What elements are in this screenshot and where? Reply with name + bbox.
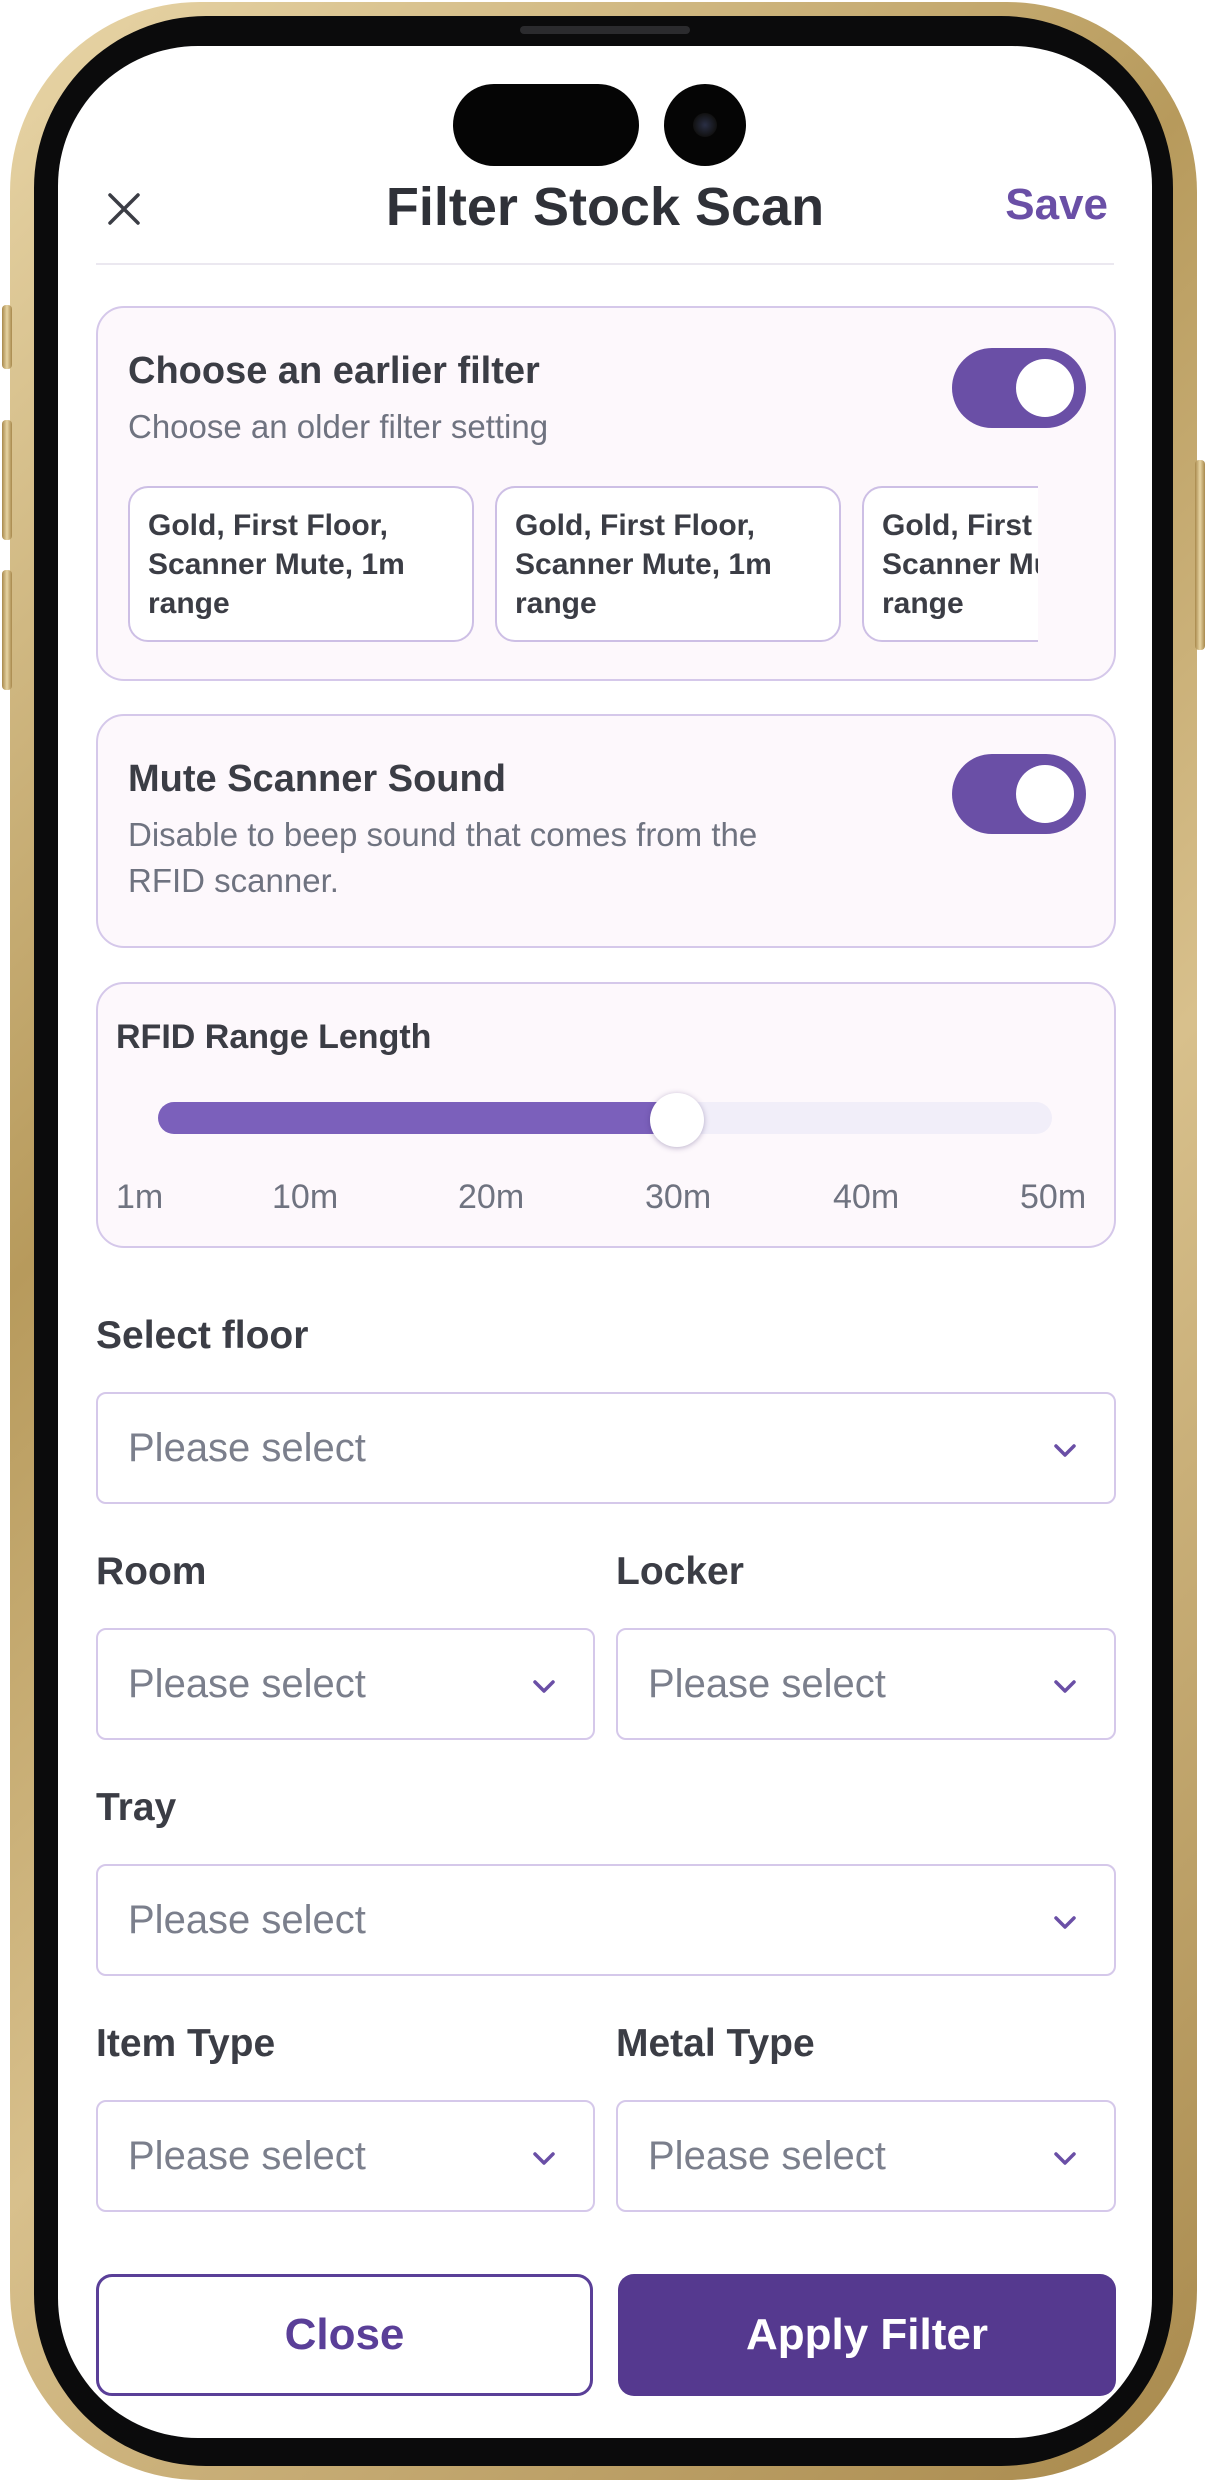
dynamic-island: [453, 84, 639, 166]
speaker-slit: [520, 26, 690, 34]
room-select[interactable]: Please select: [96, 1628, 595, 1740]
chevron-down-icon: [1054, 1916, 1076, 1929]
locker-select-placeholder: Please select: [648, 1662, 886, 1706]
tray-select[interactable]: Please select: [96, 1864, 1116, 1976]
chevron-down-icon: [1054, 1444, 1076, 1457]
tray-label: Tray: [96, 1786, 177, 1829]
room-label: Room: [96, 1550, 207, 1593]
chevron-down-icon: [533, 1680, 555, 1693]
range-tick: 40m: [833, 1178, 900, 1216]
front-camera: [664, 84, 746, 166]
mute-scanner-toggle[interactable]: [952, 754, 1086, 834]
room-select-placeholder: Please select: [128, 1662, 366, 1706]
tray-select-placeholder: Please select: [128, 1898, 366, 1942]
side-button-volume-up: [2, 420, 12, 540]
toggle-knob: [1016, 359, 1074, 417]
earlier-filter-title: Choose an earlier filter: [128, 350, 540, 392]
mute-scanner-subtitle: Disable to beep sound that comes from th…: [128, 816, 758, 899]
item-type-select[interactable]: Please select: [96, 2100, 595, 2212]
floor-select[interactable]: Please select: [96, 1392, 1116, 1504]
chevron-down-icon: [1054, 1680, 1076, 1693]
earlier-filter-chips[interactable]: Gold, First Floor, Scanner Mute, 1m rang…: [128, 486, 1038, 644]
apply-filter-button[interactable]: Apply Filter: [618, 2274, 1116, 2396]
range-tick: 20m: [458, 1178, 525, 1216]
metal-type-select-placeholder: Please select: [648, 2134, 886, 2178]
slider-fill: [158, 1102, 677, 1134]
rfid-range-title: RFID Range Length: [116, 1018, 432, 1056]
chevron-down-icon: [1054, 2152, 1076, 2165]
page-title: Filter Stock Scan: [385, 177, 825, 237]
locker-select[interactable]: Please select: [616, 1628, 1116, 1740]
mute-scanner-card: Mute Scanner Sound Disable to beep sound…: [96, 714, 1116, 948]
mute-scanner-title: Mute Scanner Sound: [128, 758, 506, 800]
filter-chip[interactable]: Gold, First Floor, Scanner Mute, 1m rang…: [862, 486, 1038, 642]
range-tick: 50m: [1020, 1178, 1087, 1216]
range-tick: 1m: [116, 1178, 164, 1216]
close-button[interactable]: Close: [96, 2274, 593, 2396]
floor-label: Select floor: [96, 1314, 309, 1357]
locker-label: Locker: [616, 1550, 744, 1593]
earlier-filter-toggle[interactable]: [952, 348, 1086, 428]
side-button-power: [1195, 460, 1205, 650]
side-button-volume-down: [2, 570, 12, 690]
save-button[interactable]: Save: [1005, 180, 1108, 230]
header-divider: [96, 263, 1114, 265]
range-tick: 10m: [272, 1178, 339, 1216]
toggle-knob: [1016, 765, 1074, 823]
item-type-label: Item Type: [96, 2022, 276, 2065]
earlier-filter-subtitle: Choose an older filter setting: [128, 408, 549, 445]
slider-thumb[interactable]: [650, 1093, 704, 1147]
filter-chip[interactable]: Gold, First Floor, Scanner Mute, 1m rang…: [128, 486, 474, 642]
filter-chip[interactable]: Gold, First Floor, Scanner Mute, 1m rang…: [495, 486, 841, 642]
item-type-select-placeholder: Please select: [128, 2134, 366, 2178]
chevron-down-icon: [533, 2152, 555, 2165]
earlier-filter-card: Choose an earlier filter Choose an older…: [96, 306, 1116, 681]
rfid-range-card: RFID Range Length 1m 10m 20m 30m 40m 50m: [96, 982, 1116, 1248]
screen: Filter Stock Scan Save Choose an earlier…: [58, 46, 1152, 2438]
rfid-range-slider[interactable]: [158, 1093, 1052, 1147]
metal-type-label: Metal Type: [616, 2022, 815, 2065]
range-tick: 30m: [645, 1178, 712, 1216]
floor-select-placeholder: Please select: [128, 1426, 366, 1470]
side-button-action: [2, 305, 12, 369]
metal-type-select[interactable]: Please select: [616, 2100, 1116, 2212]
